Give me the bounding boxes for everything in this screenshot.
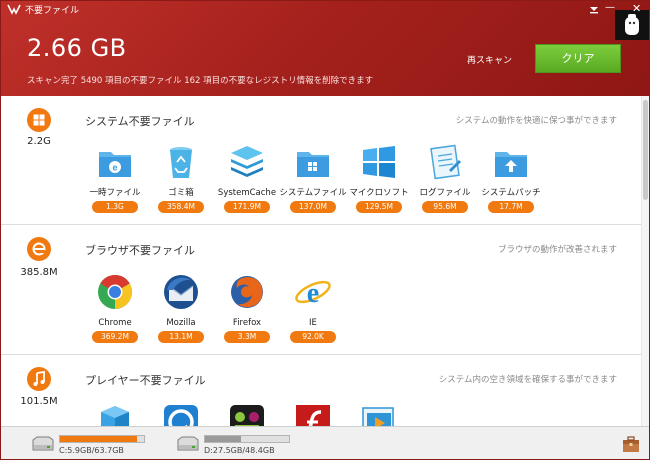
item-player-4[interactable] [277,402,349,426]
vertical-scrollbar[interactable] [641,96,649,426]
item-label: Firefox [232,318,262,328]
drive-usage-fill [205,436,242,442]
item-label: Mozilla [166,318,196,328]
section-system-junk: 2.2G システム不要ファイル システムの動作を快適に保つ事ができます e 一時… [1,96,641,225]
item-size-badge: 129.5M [356,201,402,213]
ie-icon: e [295,278,331,309]
drive-usage-bar [59,435,145,443]
item-size-badge: 358.4M [158,201,204,213]
drive-status-bar: C:5.9GB/63.7GB D:27.5GB/48.4GB [1,426,649,459]
item-label: Chrome [98,318,132,328]
summary-header: 不要ファイル 2.66 GB スキャン完了 5490 項目の不要ファイル 162… [1,1,649,96]
item-mozilla[interactable]: Mozilla 13.1M [145,272,217,343]
item-system-cache[interactable]: SystemCache 171.9M [211,142,283,213]
drive-usage-text: C:5.9GB/63.7GB [59,446,124,455]
svg-text:e: e [112,163,117,173]
item-ie[interactable]: e IE 92.0K [277,272,349,343]
drive-usage-text: D:27.5GB/48.4GB [204,446,275,455]
window-title: 不要ファイル [25,6,80,16]
music-icon [27,367,51,391]
temp-folder-icon: e [99,152,131,177]
item-size-badge: 95.6M [422,201,468,213]
item-size-badge: 171.9M [224,201,270,213]
scan-summary-text: スキャン完了 5490 項目の不要ファイル 162 項目の不要なレジストリ情報を… [27,76,374,86]
junk-categories-list: 2.2G システム不要ファイル システムの動作を快適に保つ事ができます e 一時… [1,96,649,426]
item-label: マイクロソフト [349,188,409,198]
item-system-patch[interactable]: システムパッチ 17.7M [475,142,547,213]
item-label: SystemCache [217,188,277,198]
item-player-1[interactable] [79,402,151,426]
hard-drive-icon [177,436,199,451]
item-temp-files[interactable]: e 一時ファイル 1.3G [79,142,151,213]
item-size-badge: 137.0M [290,201,336,213]
drive-usage-fill [60,436,138,442]
toolbox-icon[interactable] [621,434,641,454]
category-title: プレイヤー不要ファイル [85,374,206,387]
category-size: 101.5M [20,396,58,407]
item-label: 一時ファイル [89,188,141,198]
drive-c: C:5.9GB/63.7GB [31,431,151,457]
minimize-icon[interactable]: — [605,2,615,13]
close-icon[interactable]: ✕ [632,2,641,15]
category-title: ブラウザ不要ファイル [85,244,195,257]
category-size: 2.2G [27,136,51,147]
quicktime-icon [164,405,198,426]
media-player-icon [230,405,264,426]
item-chrome[interactable]: Chrome 369.2M [79,272,151,343]
section-player-junk: 101.5M プレイヤー不要ファイル システム内の空き領域を確保する事ができます [1,356,641,426]
system-folder-icon [297,152,329,177]
category-title: システム不要ファイル [85,115,195,128]
drive-usage-bar [204,435,290,443]
hard-drive-icon [32,436,54,451]
category-description: システムの動作を快適に保つ事ができます [455,116,617,126]
flash-icon [296,405,330,426]
menu-icon[interactable] [587,3,601,15]
item-size-badge: 17.7M [488,201,534,213]
item-label: ログファイル [419,188,471,198]
system-cache-icon [231,146,263,177]
recycle-bin-icon [170,147,192,178]
item-size-badge: 92.0K [290,331,336,343]
microsoft-icon [363,146,395,178]
drive-d: D:27.5GB/48.4GB [176,431,296,457]
item-firefox[interactable]: Firefox 3.3M [211,272,283,343]
section-browser-junk: 385.8M ブラウザ不要ファイル ブラウザの動作が改善されます Chrome … [1,226,641,355]
item-player-2[interactable] [145,402,217,426]
item-log-files[interactable]: ログファイル 95.6M [409,142,481,213]
item-size-badge: 1.3G [92,201,138,213]
item-player-3[interactable] [211,402,283,426]
rescan-button[interactable]: 再スキャン [467,53,512,66]
system-patch-icon [495,152,527,177]
item-system-files[interactable]: システムファイル 137.0M [277,142,349,213]
player-box-icon [101,406,129,426]
clean-button[interactable]: クリア [535,44,621,73]
thunderbird-icon [164,275,198,309]
item-recycle-bin[interactable]: ゴミ箱 358.4M [145,142,217,213]
log-file-icon [430,144,461,180]
item-label: ゴミ箱 [168,188,194,198]
item-size-badge: 3.3M [224,331,270,343]
item-size-badge: 369.2M [92,331,138,343]
total-junk-size: 2.66 GB [27,34,127,62]
item-size-badge: 13.1M [158,331,204,343]
category-description: システム内の空き領域を確保する事ができます [438,375,617,385]
video-player-icon [362,407,394,426]
chrome-icon [98,275,132,309]
item-microsoft[interactable]: マイクロソフト 129.5M [343,142,415,213]
item-label: IE [309,318,317,328]
scrollbar-thumb[interactable] [643,100,648,200]
item-label: システムファイル [279,188,347,198]
windows-icon [27,108,51,132]
category-size: 385.8M [20,267,58,278]
browser-icon [27,237,51,261]
item-player-5[interactable] [343,402,415,426]
category-description: ブラウザの動作が改善されます [497,245,617,255]
item-label: システムパッチ [481,188,541,198]
app-logo-icon [7,4,21,15]
firefox-icon [231,276,263,308]
svg-text:e: e [307,278,319,309]
app-window: 不要ファイル 2.66 GB スキャン完了 5490 項目の不要ファイル 162… [0,0,650,460]
